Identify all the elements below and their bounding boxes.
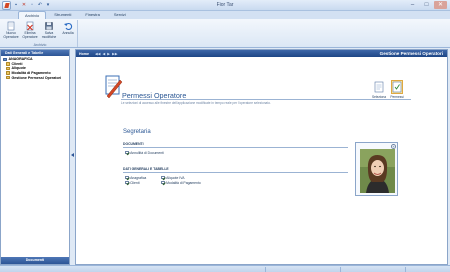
document-pen-icon <box>105 75 123 98</box>
seleziona-button[interactable]: Seleziona <box>371 81 387 99</box>
section-divider <box>123 172 348 173</box>
documenti-section: DOCUMENTI Annullità di Documenti <box>123 142 348 155</box>
checkbox-modalita-pagamento[interactable]: Modalità di Pagamento <box>161 180 219 185</box>
checkbox-label: Aliquote IVA <box>166 175 185 180</box>
checkbox-label: Modalità di Pagamento <box>166 180 201 185</box>
save-icon <box>45 22 53 30</box>
checkbox-annullita-documenti[interactable]: Annullità di Documenti <box>125 150 348 155</box>
main-header-title: Gestione Permessi Operatori <box>379 51 443 56</box>
checkbox-clienti[interactable]: Clienti <box>125 180 159 185</box>
ribbon-panel: Nuovo Operatore Elimina Operatore Salva … <box>0 19 450 48</box>
tab-strumenti[interactable]: Strumenti <box>48 11 77 19</box>
table-icon <box>6 71 10 75</box>
collapse-arrow-icon[interactable] <box>71 153 74 157</box>
tree-item-label: Gestione Permessi Operatori <box>11 75 62 80</box>
status-separator <box>405 267 406 272</box>
undo-icon <box>64 22 73 31</box>
tree-item-label: Clienti <box>11 61 23 66</box>
new-document-icon <box>7 21 15 31</box>
folder-icon <box>3 57 7 62</box>
main-content: Home ◀◀ ◀ ▶ ▶▶ Gestione Permessi Operato… <box>75 49 448 265</box>
checkbox[interactable] <box>125 180 129 185</box>
tab-archivio[interactable]: Archivio <box>18 11 47 19</box>
save-changes-label: Salva modifiche <box>41 31 57 39</box>
table-icon <box>6 62 10 66</box>
cancel-label: Annulla <box>62 31 74 35</box>
checkbox[interactable] <box>125 175 129 180</box>
operator-photo <box>360 149 395 193</box>
tree-item-label: Modalità di Pagamento <box>11 71 51 76</box>
dati-generali-heading: DATI GENERALI E TABELLE <box>123 167 169 171</box>
ribbon-group-label: Archivio <box>33 43 47 47</box>
minimize-button[interactable]: – <box>406 1 419 9</box>
cancel-button[interactable]: Annulla <box>59 21 77 41</box>
home-button[interactable]: Home <box>79 52 89 56</box>
navigation-tree: ANAGRAFICA Clienti Aliquote Modalità di … <box>1 56 69 80</box>
checkbox-label: Anagrafica <box>130 175 147 180</box>
section-divider <box>123 147 348 148</box>
window-title: Fior Tar <box>216 2 234 8</box>
table-icon <box>6 75 10 80</box>
last-record-button[interactable]: ▶▶ <box>112 52 118 56</box>
select-icon <box>374 81 384 93</box>
new-operator-button[interactable]: Nuovo Operatore <box>2 21 20 41</box>
page-description: Le selezioni di accesso alle finestre de… <box>121 101 271 105</box>
operator-name: Segretaria <box>123 129 151 135</box>
seleziona-label: Seleziona <box>372 95 386 99</box>
checkbox-label: Annullità di Documenti <box>130 150 164 155</box>
save-changes-button[interactable]: Salva modifiche <box>40 21 58 41</box>
ribbon-group-archivio: Nuovo Operatore Elimina Operatore Salva … <box>2 20 78 47</box>
window-controls: – □ ✕ <box>406 1 447 9</box>
permissions-icon <box>391 80 403 94</box>
main-header: Home ◀◀ ◀ ▶ ▶▶ Gestione Permessi Operato… <box>76 50 447 57</box>
checkbox[interactable] <box>161 175 165 180</box>
tab-servizi[interactable]: Servizi <box>108 11 132 19</box>
navigation-panel: Dati Generali e Tabelle ANAGRAFICA Clien… <box>0 49 70 265</box>
tree-item-gestione-permessi[interactable]: Gestione Permessi Operatori <box>3 75 69 80</box>
ribbon-tabs: Archivio Strumenti Finestra Servizi <box>0 11 450 19</box>
permessi-label: Permessi <box>390 95 404 99</box>
status-separator <box>340 267 341 272</box>
table-icon <box>6 66 10 71</box>
title-divider <box>121 99 411 100</box>
documents-section-button[interactable]: Documenti <box>1 257 69 264</box>
documenti-heading: DOCUMENTI <box>123 142 144 146</box>
new-operator-label: Nuovo Operatore <box>3 31 19 39</box>
next-record-button[interactable]: ▶ <box>107 52 110 56</box>
checkbox[interactable] <box>125 150 129 155</box>
dati-generali-section: DATI GENERALI E TABELLE Anagrafica Aliqu… <box>123 167 348 185</box>
checkbox-label: Clienti <box>130 180 140 185</box>
tab-finestra[interactable]: Finestra <box>79 11 105 19</box>
permessi-button[interactable]: Permessi <box>389 80 405 99</box>
checkbox[interactable] <box>161 180 165 185</box>
status-bar <box>0 265 450 272</box>
title-bar: ▪ ✕ ▫ ↶ ▾ Fior Tar – □ ✕ <box>0 0 450 11</box>
delete-operator-button[interactable]: Elimina Operatore <box>21 21 39 41</box>
first-record-button[interactable]: ◀◀ <box>95 52 101 56</box>
operator-photo-frame: + <box>355 142 398 196</box>
previous-record-button[interactable]: ◀ <box>103 52 106 56</box>
delete-operator-label: Elimina Operatore <box>22 31 38 39</box>
close-button[interactable]: ✕ <box>434 1 447 9</box>
maximize-button[interactable]: □ <box>420 1 433 9</box>
tree-item-label: ANAGRAFICA <box>8 57 33 62</box>
status-separator <box>265 267 266 272</box>
tree-item-label: Aliquote <box>11 66 26 71</box>
delete-document-icon <box>26 21 34 31</box>
page-header: Permessi Operatore Le selezioni di acces… <box>78 59 411 111</box>
